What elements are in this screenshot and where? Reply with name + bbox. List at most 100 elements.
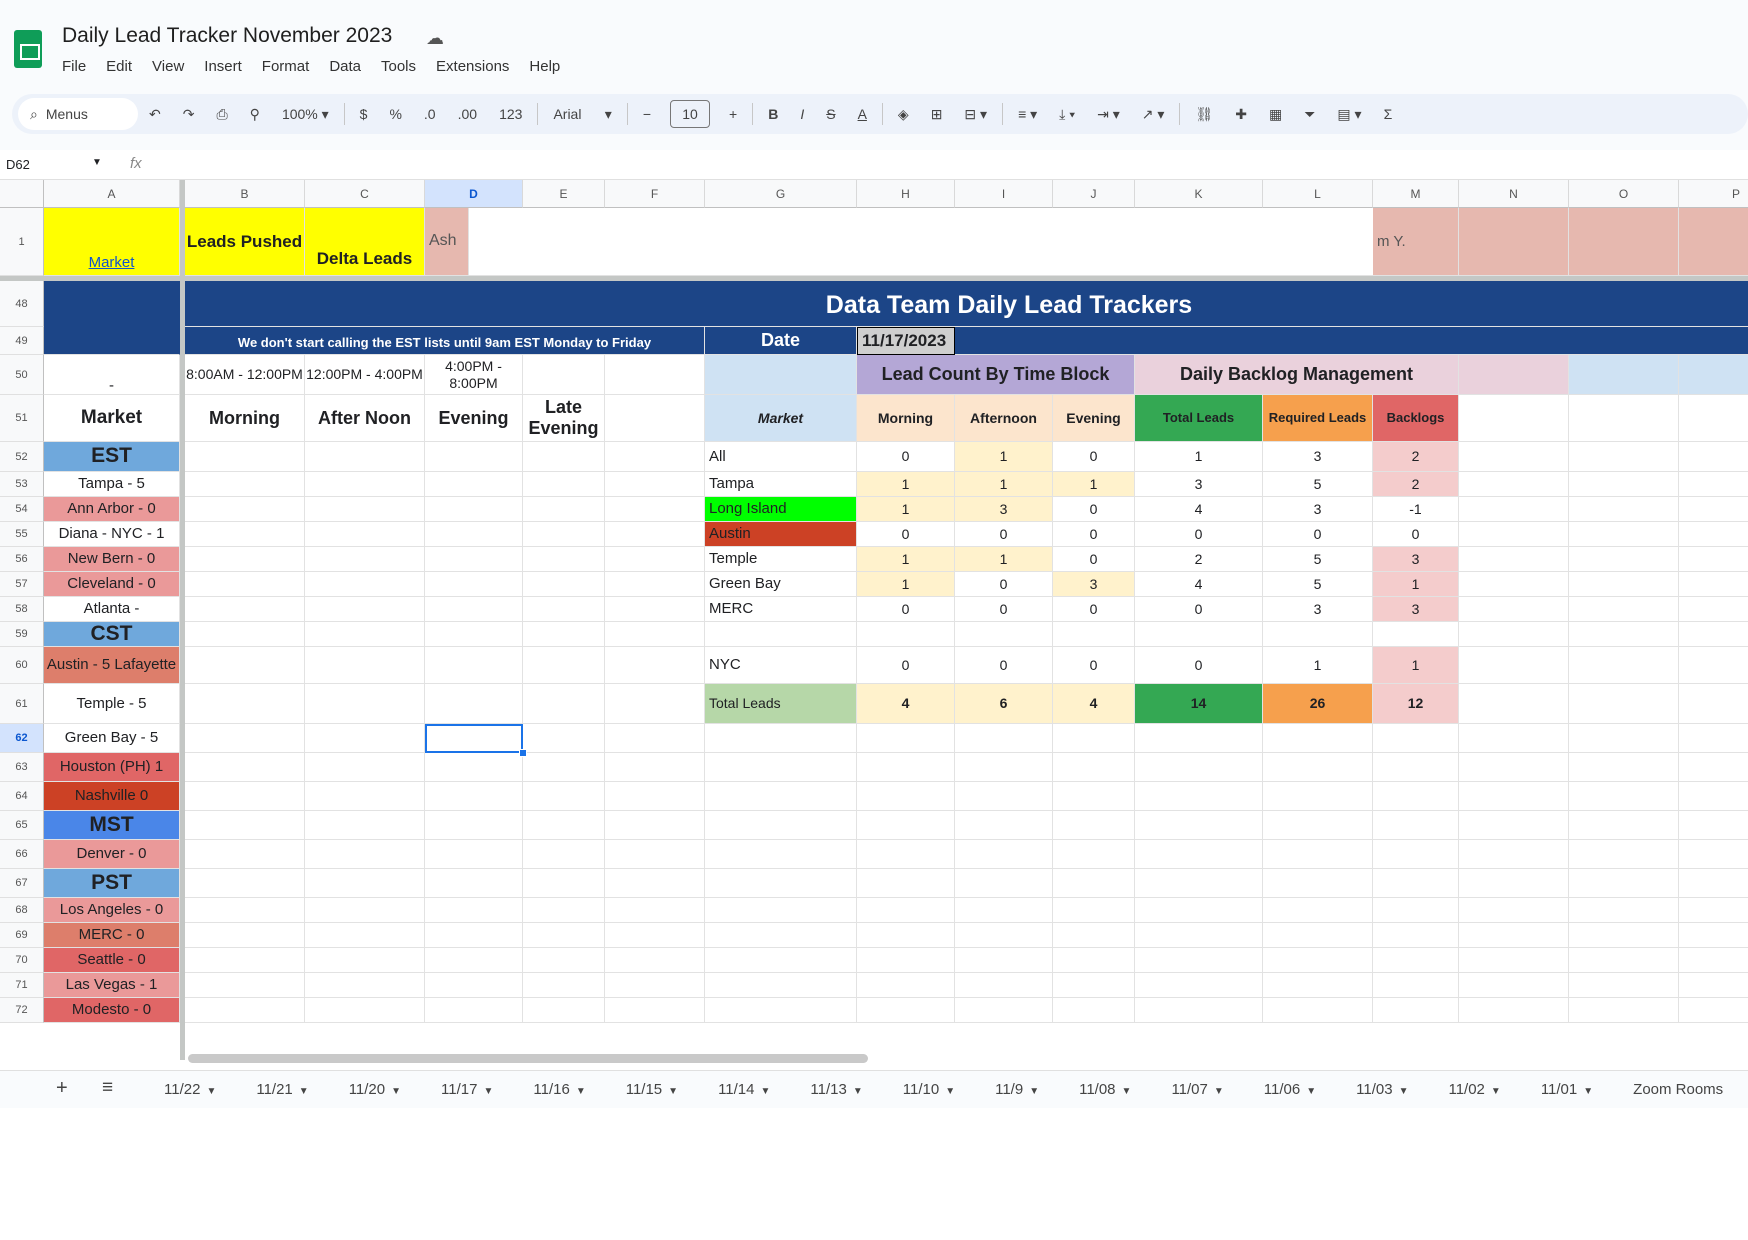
banner-title[interactable]: Data Team Daily Lead Trackers [185, 281, 1748, 327]
cell[interactable] [1569, 497, 1679, 522]
functions-button[interactable]: Σ [1384, 106, 1393, 122]
cell[interactable] [605, 522, 705, 547]
menu-help[interactable]: Help [529, 58, 560, 75]
lead-table-total-required[interactable]: 26 [1263, 684, 1373, 724]
market-label[interactable]: Atlanta - [44, 597, 180, 622]
cell[interactable] [523, 442, 605, 472]
cell[interactable] [1569, 869, 1679, 898]
header-my[interactable]: m Y. [1373, 208, 1459, 276]
chevron-down-icon[interactable]: ▼ [853, 1086, 863, 1097]
cell[interactable] [425, 442, 523, 472]
cell[interactable] [523, 572, 605, 597]
market-label[interactable]: Temple - 5 [44, 684, 180, 724]
column-header-L[interactable]: L [1263, 180, 1373, 208]
print-icon[interactable]: ⎙ [216, 106, 227, 123]
timezone-header[interactable]: PST [44, 869, 180, 898]
cell[interactable] [185, 753, 305, 782]
left-header-afternoon[interactable]: After Noon [305, 395, 425, 442]
chevron-down-icon[interactable]: ▼ [945, 1086, 955, 1097]
cell[interactable] [955, 898, 1053, 923]
column-header-N[interactable]: N [1459, 180, 1569, 208]
lead-count-title[interactable]: Lead Count By Time Block [857, 355, 1135, 395]
cell[interactable] [1263, 724, 1373, 753]
row-header-48[interactable]: 48 [0, 281, 44, 327]
cell[interactable] [705, 998, 857, 1023]
cell[interactable] [1569, 547, 1679, 572]
lead-table-morning[interactable]: 0 [857, 522, 955, 547]
cell[interactable] [1679, 622, 1748, 647]
cell[interactable] [605, 840, 705, 869]
cell[interactable] [1263, 998, 1373, 1023]
chevron-down-icon[interactable]: ▼ [206, 1086, 216, 1097]
font-size-input[interactable]: 10 [670, 100, 711, 128]
cell[interactable] [1053, 724, 1135, 753]
cell[interactable] [185, 998, 305, 1023]
cell[interactable] [185, 840, 305, 869]
column-header-O[interactable]: O [1569, 180, 1679, 208]
row-header-52[interactable]: 52 [0, 442, 44, 472]
market-label[interactable]: Cleveland - 0 [44, 572, 180, 597]
lead-table-header-market[interactable]: Market [705, 395, 857, 442]
lead-table-backlog[interactable]: -1 [1373, 497, 1459, 522]
cell[interactable] [523, 622, 605, 647]
cell[interactable] [1373, 998, 1459, 1023]
cell[interactable] [705, 869, 857, 898]
cell[interactable] [1053, 898, 1135, 923]
lead-table-market[interactable]: Green Bay [705, 572, 857, 597]
lead-table-afternoon[interactable]: 0 [955, 647, 1053, 684]
cell[interactable] [857, 898, 955, 923]
sheet-tab[interactable]: 11/20 ▼ [349, 1081, 401, 1098]
chevron-down-icon[interactable]: ▼ [1583, 1086, 1593, 1097]
cell[interactable] [425, 684, 523, 724]
filter-views-icon[interactable]: ▤ ▾ [1337, 106, 1361, 123]
filter-icon[interactable]: ⏷ [1304, 106, 1315, 123]
chevron-down-icon[interactable]: ▼ [299, 1086, 309, 1097]
sheet-tab[interactable]: 11/03 ▼ [1356, 1081, 1408, 1098]
sheet-tab[interactable]: 11/10 ▼ [903, 1081, 955, 1098]
time-block-evening[interactable]: 4:00PM - 8:00PM [425, 355, 523, 395]
cell[interactable] [523, 597, 605, 622]
cell[interactable] [1569, 597, 1679, 622]
lead-table-afternoon[interactable]: 1 [955, 472, 1053, 497]
cell[interactable] [185, 472, 305, 497]
insert-link-icon[interactable]: ⛓ [1195, 106, 1213, 123]
sheet-tab[interactable]: 11/21 ▼ [256, 1081, 308, 1098]
cell[interactable] [1679, 840, 1748, 869]
horizontal-align-icon[interactable]: ≡ ▾ [1018, 106, 1037, 123]
cell[interactable] [1053, 622, 1135, 647]
lead-table-evening[interactable]: 0 [1053, 442, 1135, 472]
cell[interactable] [1569, 684, 1679, 724]
market-label[interactable]: Denver - 0 [44, 840, 180, 869]
banner-date-value[interactable]: 11/17/2023 [857, 327, 955, 355]
cell[interactable] [425, 923, 523, 948]
cell[interactable] [1459, 647, 1569, 684]
cell[interactable] [1135, 622, 1263, 647]
cell[interactable] [1373, 724, 1459, 753]
cell[interactable] [1135, 998, 1263, 1023]
cell[interactable] [305, 472, 425, 497]
chevron-down-icon[interactable]: ▼ [668, 1086, 678, 1097]
lead-table-evening[interactable]: 0 [1053, 597, 1135, 622]
row-header-65[interactable]: 65 [0, 811, 44, 840]
cell[interactable] [1053, 782, 1135, 811]
increase-decimal-button[interactable]: .00 [458, 106, 477, 122]
column-header-F[interactable]: F [605, 180, 705, 208]
cell[interactable] [1569, 948, 1679, 973]
select-all-corner[interactable] [0, 180, 44, 208]
market-label[interactable]: Green Bay - 5 [44, 724, 180, 753]
cell[interactable] [305, 724, 425, 753]
cell[interactable] [523, 923, 605, 948]
cell[interactable] [305, 547, 425, 572]
lead-table-evening[interactable]: 0 [1053, 647, 1135, 684]
lead-table-evening[interactable]: 0 [1053, 497, 1135, 522]
row-header-51[interactable]: 51 [0, 395, 44, 442]
cell[interactable] [605, 572, 705, 597]
cell[interactable] [523, 724, 605, 753]
cell[interactable] [1569, 724, 1679, 753]
fill-handle[interactable] [519, 749, 527, 757]
cell[interactable] [1679, 647, 1748, 684]
lead-table-market[interactable]: All [705, 442, 857, 472]
cell[interactable] [1459, 522, 1569, 547]
cell[interactable] [1135, 753, 1263, 782]
cell[interactable] [523, 782, 605, 811]
